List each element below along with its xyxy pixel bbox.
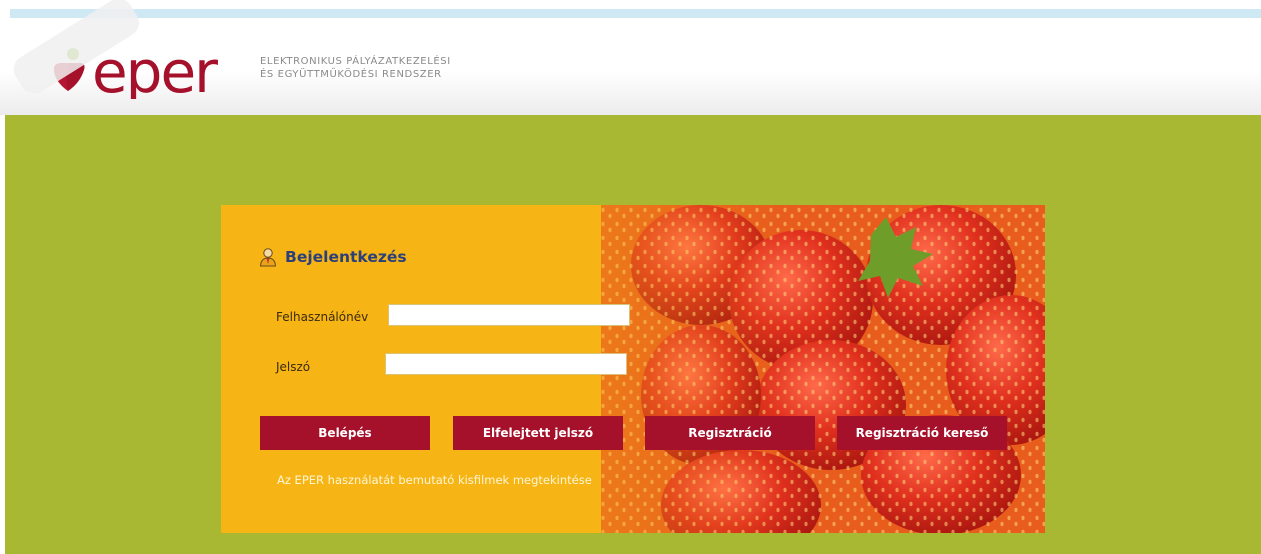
login-title: Bejelentkezés [259,245,407,269]
header: eper ELEKTRONIKUS PÁLYÁZATKEZELÉSI ÉS EG… [0,18,1261,115]
login-panel: Bejelentkezés Felhasználónév Jelszó Belé… [221,205,1045,533]
username-input[interactable] [388,304,630,326]
login-button[interactable]: Belépés [260,416,430,450]
forgot-password-button[interactable]: Elfelejtett jelszó [453,416,623,450]
password-label: Jelszó [276,360,311,374]
username-label: Felhasználónév [276,310,369,324]
user-icon [259,248,277,267]
logo-subtitle-line1: ELEKTRONIKUS PÁLYÁZATKEZELÉSI [260,56,451,67]
logo-subtitle-line2: ÉS EGYÜTTMŰKÖDÉSI RENDSZER [260,69,442,80]
registration-button[interactable]: Regisztráció [645,416,815,450]
registration-search-button[interactable]: Regisztráció kereső [837,416,1007,450]
password-input[interactable] [385,353,627,375]
watermark [13,0,139,94]
top-accent-strip [10,9,1261,18]
video-tutorials-link[interactable]: Az EPER használatát bemutató kisfilmek m… [277,473,592,487]
logo-subtitle: ELEKTRONIKUS PÁLYÁZATKEZELÉSI ÉS EGYÜTTM… [260,55,451,81]
login-title-text: Bejelentkezés [285,248,407,266]
